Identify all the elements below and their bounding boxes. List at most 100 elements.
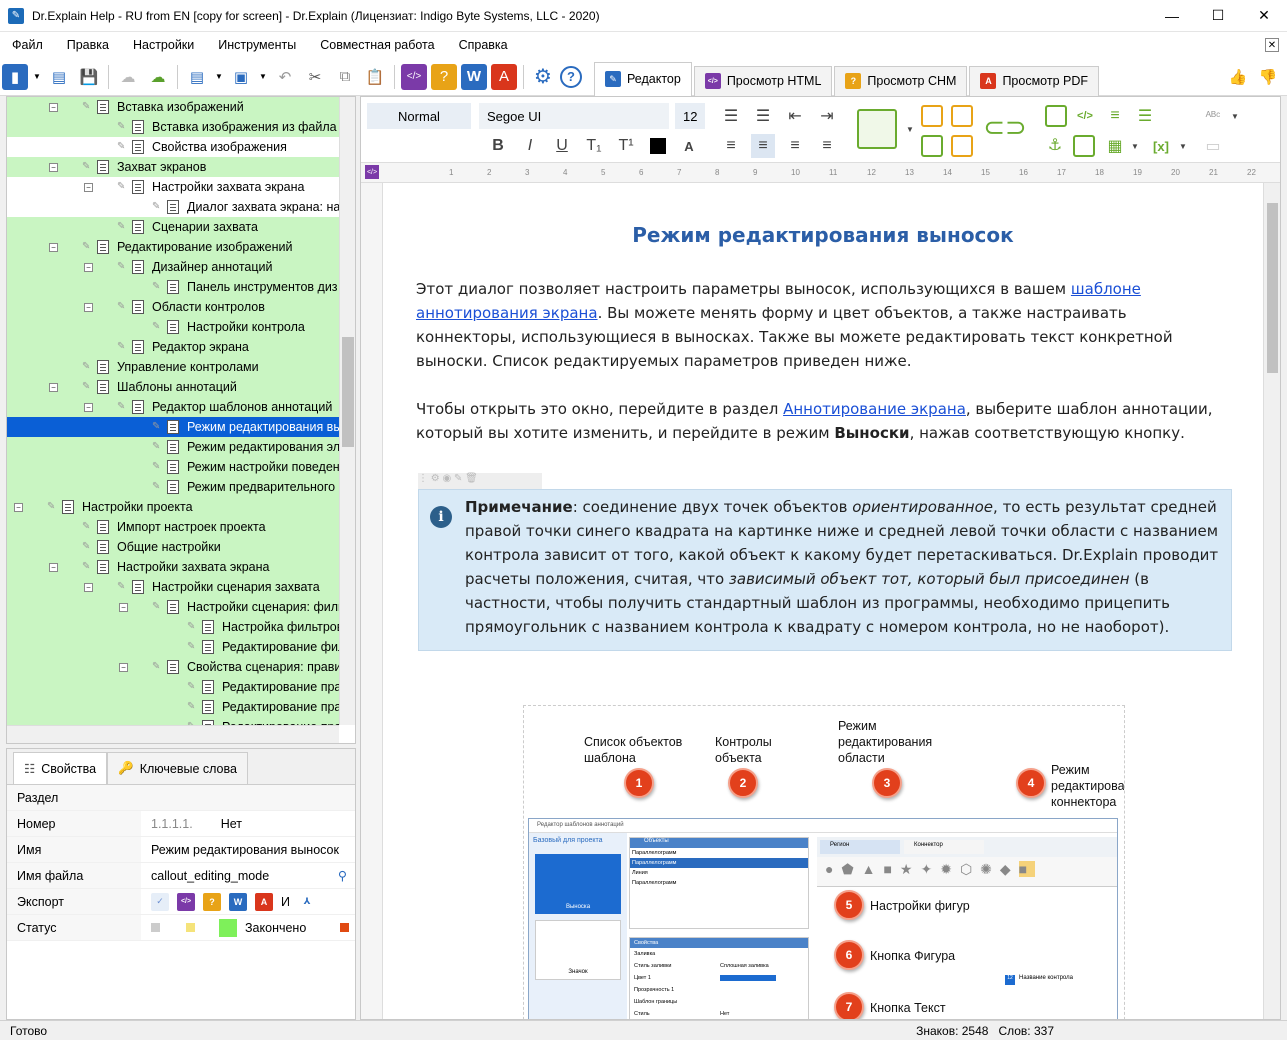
tree-item[interactable]: − ✎ Настройки сценария: филь — [7, 597, 339, 617]
html-icon[interactable]: </> — [177, 892, 195, 911]
html-mode-icon[interactable]: </> — [365, 165, 379, 179]
tab-keywords[interactable]: 🔑 Ключевые слова — [107, 752, 248, 784]
paste-icon[interactable]: 📋 — [362, 64, 388, 90]
tree-item[interactable]: − ✎ Шаблоны аннотаций — [7, 377, 339, 397]
tree-horizontal-scrollbar[interactable] — [7, 725, 339, 743]
add-topic-icon[interactable]: ▤ — [184, 64, 210, 90]
italic-icon[interactable]: I — [518, 134, 542, 158]
collapse-icon[interactable]: − — [49, 242, 58, 252]
undo-icon[interactable]: ↶ — [272, 64, 298, 90]
underline-icon[interactable]: U — [550, 134, 574, 158]
export-chm-icon[interactable]: ? — [431, 63, 457, 90]
chevron-down-icon[interactable]: ▼ — [898, 117, 922, 141]
tree-item[interactable]: ✎ Настройки контрола — [7, 317, 339, 337]
tree-item[interactable]: ✎ Редактирование фил — [7, 637, 339, 657]
collapse-icon[interactable]: − — [84, 402, 93, 412]
tree-item[interactable]: ✎Редактирование пра — [7, 677, 339, 697]
tab-editor[interactable]: ✎ Редактор — [594, 61, 692, 96]
collapse-icon[interactable]: − — [49, 382, 58, 392]
editor-vertical-scrollbar[interactable] — [1263, 183, 1280, 1019]
tree-item[interactable]: ✎Редактирование пра — [7, 717, 339, 725]
tree-item[interactable]: ✎ Режим предварительного — [7, 477, 339, 497]
collapse-icon[interactable]: − — [49, 162, 58, 172]
menu-edit[interactable]: Правка — [55, 38, 121, 52]
menu-settings[interactable]: Настройки — [121, 38, 206, 52]
cut-icon[interactable]: ✂ — [302, 64, 328, 90]
align-center-icon[interactable]: ≡ — [751, 134, 775, 158]
status-swatch-red[interactable] — [340, 923, 349, 932]
tab-pdf-preview[interactable]: A Просмотр PDF — [969, 65, 1099, 96]
collapse-icon[interactable]: − — [14, 502, 23, 512]
collapse-icon[interactable]: − — [84, 182, 93, 192]
chevron-down-icon[interactable]: ▼ — [258, 64, 268, 90]
export-word-icon[interactable]: W — [461, 63, 487, 90]
screenshot-figure[interactable]: Список объектов шаблона Контролы объекта… — [523, 705, 1125, 1019]
subscript-icon[interactable]: T₁ — [582, 134, 606, 158]
gear-icon[interactable]: ⚙ — [530, 64, 556, 90]
image-icon[interactable] — [857, 109, 897, 149]
cloud-download-icon[interactable]: ☁ — [145, 64, 171, 90]
anchor-icon[interactable]: ⚓ — [1043, 133, 1067, 157]
insert-frame-icon[interactable] — [921, 135, 943, 157]
table-icon[interactable] — [1073, 135, 1095, 157]
insert-note-icon[interactable] — [951, 105, 973, 127]
code-icon[interactable]: </> — [1073, 104, 1097, 128]
collapse-icon[interactable]: − — [119, 662, 128, 672]
chevron-down-icon[interactable]: ▼ — [32, 64, 42, 90]
open-icon[interactable]: ▤ — [46, 64, 72, 90]
tree-item[interactable]: ✎ Режим настройки поведен — [7, 457, 339, 477]
align-right-icon[interactable]: ≡ — [783, 134, 807, 158]
maximize-button[interactable]: ☐ — [1195, 0, 1241, 32]
tree-item[interactable]: ✎ Общие настройки — [7, 537, 339, 557]
link-icon[interactable]: ⚲ — [338, 868, 347, 883]
chevron-down-icon[interactable]: ▼ — [214, 64, 224, 90]
style-select[interactable]: Normal — [367, 103, 471, 129]
status-swatch-green[interactable] — [219, 918, 237, 937]
insert-snippet-icon[interactable] — [951, 135, 973, 157]
tree-item[interactable]: − ✎ Области контролов — [7, 297, 339, 317]
menu-tools[interactable]: Инструменты — [206, 38, 308, 52]
tab-properties[interactable]: ☷ Свойства — [13, 752, 108, 784]
word-icon[interactable]: W — [229, 892, 247, 911]
outdent-icon[interactable]: ⇤ — [783, 104, 807, 128]
menu-collab[interactable]: Совместная работа — [308, 38, 446, 52]
scroll-thumb[interactable] — [1267, 203, 1278, 373]
numbered-list-icon[interactable]: ☰ — [751, 104, 775, 128]
name-value[interactable]: Режим редактирования выносок — [141, 837, 355, 862]
branch-icon[interactable]: ⅄ — [297, 892, 316, 911]
thumbs-down-icon[interactable]: 👎 — [1255, 64, 1281, 90]
note-block[interactable]: i Примечание: соединение двух точек объе… — [418, 489, 1232, 651]
tab-chm-preview[interactable]: ? Просмотр CHM — [834, 65, 968, 96]
tree-item[interactable]: ✎ Настройка фильтров — [7, 617, 339, 637]
tree-item[interactable]: − ✎ Настройки сценария захвата — [7, 577, 339, 597]
chevron-down-icon[interactable]: ▼ — [1223, 104, 1247, 128]
close-document-icon[interactable]: ✕ — [1265, 38, 1279, 52]
collapse-icon[interactable]: − — [49, 562, 58, 572]
pdf-icon[interactable]: A — [255, 892, 273, 911]
document-page[interactable]: Режим редактирования выносок Этот диалог… — [383, 183, 1263, 1019]
hyperlink-icon[interactable]: ⊂⊃ — [983, 112, 1027, 142]
export-html-icon[interactable]: </> — [401, 63, 427, 90]
tree-vertical-scrollbar[interactable] — [339, 97, 355, 725]
tree-item[interactable]: − ✎ Настройки захвата экрана — [7, 557, 339, 577]
tree-item[interactable]: ✎ Режим редактирования эл — [7, 437, 339, 457]
tree-item[interactable]: − ✎ Настройки проекта — [7, 497, 339, 517]
comment-icon[interactable]: ▭ — [1201, 134, 1225, 158]
tree-item[interactable]: − ✎ Настройки захвата экрана — [7, 177, 339, 197]
thumbs-up-icon[interactable]: 👍 — [1225, 64, 1251, 90]
tree-item[interactable]: ✎ Импорт настроек проекта — [7, 517, 339, 537]
indent-icon[interactable]: ⇥ — [815, 104, 839, 128]
insert-block-icon[interactable] — [921, 105, 943, 127]
text-color-icon[interactable] — [646, 134, 670, 158]
tree-item[interactable]: − ✎ Захват экранов — [7, 157, 339, 177]
close-button[interactable]: ✕ — [1241, 0, 1287, 32]
tree-item[interactable]: ✎Редактирование пра — [7, 697, 339, 717]
tree-item[interactable]: − ✎ Редактор шаблонов аннотаций — [7, 397, 339, 417]
collapse-icon[interactable]: − — [119, 602, 128, 612]
tree-item[interactable]: − ✎ Свойства сценария: прави — [7, 657, 339, 677]
note-handle[interactable]: ⋮ ⚙ ◉ ✎ 🗑 — [418, 473, 542, 489]
status-swatch-yellow[interactable] — [186, 923, 195, 932]
filename-value[interactable]: callout_editing_mode — [151, 869, 269, 883]
collapse-icon[interactable]: − — [84, 582, 93, 592]
tree-item[interactable]: ✎ Редактор экрана — [7, 337, 339, 357]
